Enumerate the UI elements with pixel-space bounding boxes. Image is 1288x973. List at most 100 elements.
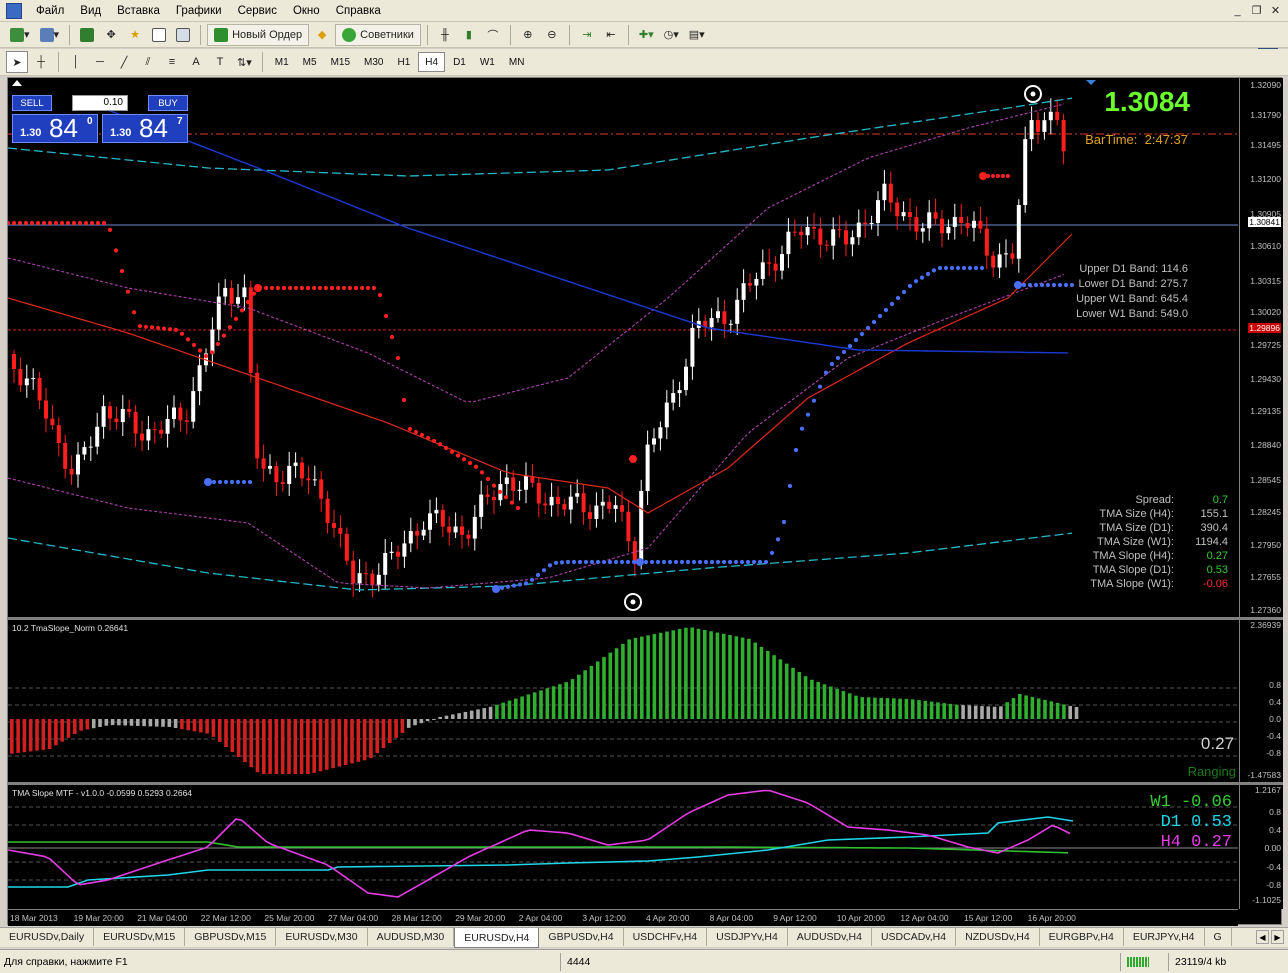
stop-dot [293, 285, 299, 291]
channel-icon[interactable]: ⫽ [137, 51, 159, 73]
chart-tab[interactable]: GBPUSDv,M15 [185, 928, 277, 946]
autoscroll-icon[interactable]: ⇥ [576, 24, 598, 46]
chart-tab[interactable]: USDJPYv,H4 [707, 928, 788, 946]
chart-tab[interactable]: G [1205, 928, 1232, 946]
chart-tab[interactable]: EURJPYv,H4 [1124, 928, 1205, 946]
new-chart-button[interactable]: ▾ [6, 24, 34, 46]
crosshair-nav-icon[interactable]: ✥ [100, 24, 122, 46]
fibo-icon[interactable]: ≡ [161, 51, 183, 73]
tma-slope-mtf-pane[interactable]: TMA Slope MTF - v1.0.0 -0.0599 0.5293 0.… [8, 785, 1238, 909]
tf-m1[interactable]: M1 [269, 52, 295, 72]
price-axis[interactable]: 1.32090 1.31790 1.31495 1.31200 1.30905 1.308… [1239, 78, 1283, 617]
tma-slope-norm-pane[interactable]: 10.2 TmaSlope_Norm 0.26641 0.27 Ranging [8, 620, 1238, 782]
band-value: 114.6 [1161, 263, 1188, 275]
tab-scroll-left-icon[interactable]: ◀ [1256, 930, 1269, 944]
candle-body [818, 228, 823, 245]
tf-mn[interactable]: MN [503, 52, 531, 72]
tf-m5[interactable]: M5 [297, 52, 323, 72]
sell-button[interactable]: SELL [12, 95, 52, 111]
new-order-button[interactable]: Новый Ордер [207, 23, 310, 46]
zoom-out-icon[interactable]: ⊖ [541, 24, 563, 46]
sell-quote[interactable]: 1.30 84 0 [12, 113, 98, 143]
tma-stat-value: 0.27 [1206, 550, 1228, 562]
chart-tab[interactable]: GBPUSDv,H4 [539, 928, 624, 946]
periods-clock-icon[interactable]: ◷▾ [660, 24, 683, 46]
bar-chart-icon[interactable]: ╫ [434, 24, 456, 46]
tab-scroll-right-icon[interactable]: ▶ [1271, 930, 1284, 944]
menu-view[interactable]: Вид [72, 3, 109, 19]
stop-dot [191, 342, 197, 348]
chart-window[interactable]: SELL 0.10 BUY 1.30 84 0 1.30 84 7 1.3084… [7, 77, 1283, 926]
tma-slope-norm-axis[interactable]: 2.36939 0.8 0.4 0.0 -0.4 -0.8 -1.47583 [1239, 620, 1283, 782]
metaeditor-icon[interactable]: ◆ [311, 24, 333, 46]
text-icon[interactable]: A [185, 51, 207, 73]
menu-file[interactable]: Файл [28, 3, 72, 19]
buy-quote[interactable]: 1.30 84 7 [102, 113, 188, 143]
trend-line-icon[interactable]: ╱ [113, 51, 135, 73]
buy-button[interactable]: BUY [148, 95, 188, 111]
tma-slope-mtf-axis[interactable]: 1.2167 0.8 0.4 0.00 -0.4 -0.8 -1.1025 [1239, 785, 1283, 909]
band-sizes-panel: Upper D1 Band: 114.6 Lower D1 Band: 275.… [1076, 262, 1188, 322]
histogram-bar [10, 719, 14, 754]
stop-dot [287, 285, 293, 291]
band-label: Lower D1 Band: [1078, 278, 1158, 290]
chart-tab[interactable]: EURUSDv,H4 [454, 928, 540, 948]
cursor-icon[interactable]: ➤ [6, 51, 28, 73]
histogram-bar [507, 700, 512, 719]
candlestick-icon[interactable]: ▮ [458, 24, 480, 46]
crosshair-icon[interactable]: ┼ [30, 51, 52, 73]
menu-tools[interactable]: Сервис [230, 3, 285, 19]
chart-tab[interactable]: EURGBPv,H4 [1040, 928, 1124, 946]
trail-dot [559, 560, 565, 565]
favorites-star-icon[interactable]: ★ [124, 24, 146, 46]
advisors-button[interactable]: Советники [335, 23, 421, 46]
text-label-icon[interactable]: T [209, 51, 231, 73]
chart-shift-icon[interactable]: ⇤ [600, 24, 622, 46]
tf-d1[interactable]: D1 [447, 52, 472, 72]
close-icon[interactable]: ✕ [1267, 3, 1284, 18]
menu-charts[interactable]: Графики [168, 3, 230, 19]
candle-body [319, 479, 324, 499]
tf-h4[interactable]: H4 [418, 52, 446, 72]
menu-insert[interactable]: Вставка [109, 3, 168, 19]
trail-dot [907, 283, 913, 289]
tf-h1[interactable]: H1 [391, 52, 416, 72]
menu-help[interactable]: Справка [328, 3, 389, 19]
trail-dot [1063, 282, 1069, 288]
chart-tab[interactable]: EURUSDv,Daily [0, 928, 95, 946]
vertical-line-icon[interactable]: │ [65, 51, 87, 73]
market-watch-icon[interactable] [76, 24, 98, 46]
chart-tab[interactable]: EURUSDv,M15 [94, 928, 186, 946]
histogram-bar [917, 700, 921, 719]
tf-m30[interactable]: M30 [358, 52, 389, 72]
tf-m15[interactable]: M15 [325, 52, 356, 72]
histogram-bar [936, 702, 940, 719]
profiles-button[interactable]: ▾ [36, 24, 64, 46]
candle-body [69, 468, 74, 475]
terminal-icon[interactable] [148, 24, 170, 46]
minimize-icon[interactable]: _ [1229, 3, 1246, 18]
axis-tick-label: 1.31200 [1250, 174, 1281, 184]
chart-tab[interactable]: USDCHFv,H4 [624, 928, 708, 946]
one-click-trading-panel: SELL 0.10 BUY 1.30 84 0 1.30 84 7 [12, 95, 188, 143]
chart-tab[interactable]: NZDUSDv,H4 [956, 928, 1040, 946]
lot-size-input[interactable]: 0.10 [72, 95, 128, 111]
histogram-bar [495, 704, 499, 719]
templates-icon[interactable]: ▤▾ [685, 24, 709, 46]
restore-icon[interactable]: ❐ [1248, 3, 1265, 18]
chart-tab[interactable]: USDCADv,H4 [872, 928, 957, 946]
horizontal-line-icon[interactable]: ─ [89, 51, 111, 73]
zoom-in-icon[interactable]: ⊕ [517, 24, 539, 46]
line-chart-icon[interactable]: ⌒ [482, 24, 504, 46]
chart-tab[interactable]: EURUSDv,M30 [276, 928, 368, 946]
tester-icon[interactable] [172, 24, 194, 46]
tf-w1[interactable]: W1 [474, 52, 501, 72]
chart-tab[interactable]: AUDUSDv,H4 [788, 928, 872, 946]
price-pane[interactable]: SELL 0.10 BUY 1.30 84 0 1.30 84 7 1.3084… [8, 78, 1238, 617]
chart-tab[interactable]: AUDUSD,M30 [368, 928, 455, 946]
menu-window[interactable]: Окно [285, 3, 328, 19]
trail-dot [763, 559, 769, 565]
indicators-icon[interactable]: ✚▾ [635, 24, 658, 46]
arrows-icon[interactable]: ⇅▾ [233, 51, 256, 73]
histogram-bar [476, 709, 480, 719]
